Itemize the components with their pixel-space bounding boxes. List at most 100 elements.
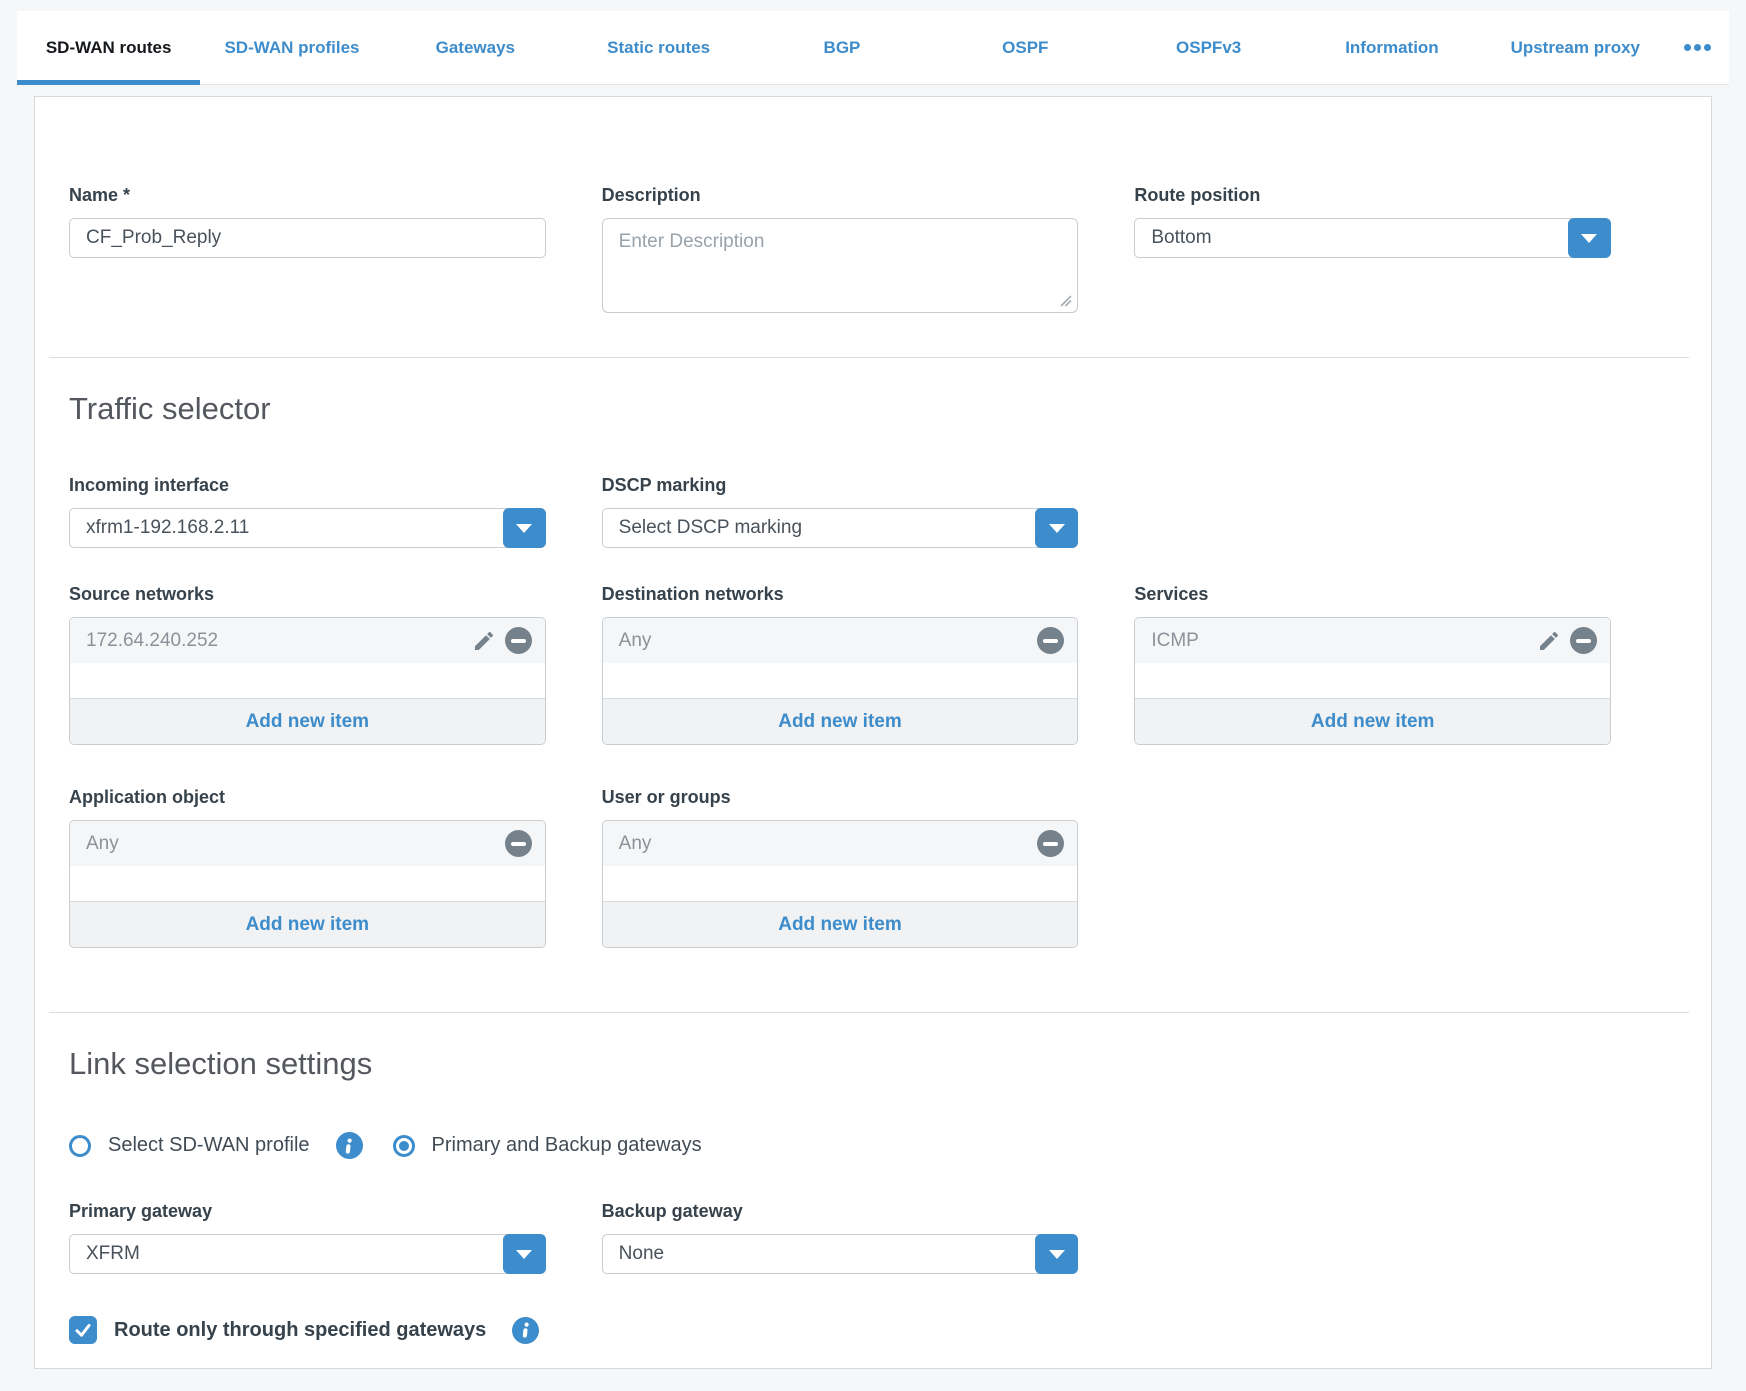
route-position-select[interactable]: Bottom bbox=[1134, 218, 1611, 258]
route-only-checkbox-label: Route only through specified gateways bbox=[114, 1319, 486, 1342]
info-icon[interactable] bbox=[512, 1317, 539, 1344]
primary-gateway-field-group: Primary gateway XFRM bbox=[69, 1201, 546, 1274]
remove-minus-icon[interactable] bbox=[1570, 627, 1597, 654]
tab-upstream-proxy[interactable]: Upstream proxy bbox=[1484, 11, 1667, 84]
radio-select-sdwan-profile-label: Select SD-WAN profile bbox=[108, 1134, 310, 1157]
tab-ospf[interactable]: OSPF bbox=[934, 11, 1117, 84]
add-new-item-button[interactable]: Add new item bbox=[603, 698, 1078, 744]
listbox-empty-space bbox=[70, 866, 545, 901]
list-item: 172.64.240.252 bbox=[70, 618, 545, 663]
name-input[interactable] bbox=[69, 218, 546, 258]
tab-gateways[interactable]: Gateways bbox=[384, 11, 567, 84]
dscp-marking-value: Select DSCP marking bbox=[603, 517, 1078, 539]
link-selection-radio-group: Select SD-WAN profile Primary and Backup… bbox=[69, 1132, 1677, 1159]
traffic-selector-heading: Traffic selector bbox=[69, 391, 1677, 427]
route-position-value: Bottom bbox=[1135, 227, 1610, 249]
edit-pencil-icon[interactable] bbox=[472, 629, 496, 653]
tab-information[interactable]: Information bbox=[1300, 11, 1483, 84]
user-or-groups-listbox: Any Add new item bbox=[602, 820, 1079, 948]
chevron-down-icon[interactable] bbox=[1035, 1234, 1078, 1274]
listbox-empty-space bbox=[603, 663, 1078, 698]
user-or-groups-field-group: User or groups Any Add new item bbox=[602, 787, 1079, 948]
dscp-marking-select[interactable]: Select DSCP marking bbox=[602, 508, 1079, 548]
route-position-label: Route position bbox=[1134, 185, 1611, 205]
listbox-empty-space bbox=[1135, 663, 1610, 698]
source-networks-listbox: 172.64.240.252 Add new item bbox=[69, 617, 546, 745]
description-field-group: Description bbox=[602, 185, 1079, 313]
description-label: Description bbox=[602, 185, 1079, 205]
backup-gateway-value: None bbox=[603, 1243, 1078, 1265]
list-item-text: Any bbox=[86, 833, 505, 855]
sd-wan-route-form-card: Name * Description Route position Bottom… bbox=[34, 96, 1712, 1369]
link-selection-settings-heading: Link selection settings bbox=[69, 1046, 1677, 1082]
tab-sd-wan-profiles[interactable]: SD-WAN profiles bbox=[200, 11, 383, 84]
application-object-listbox: Any Add new item bbox=[69, 820, 546, 948]
section-divider bbox=[49, 1012, 1689, 1013]
list-item: Any bbox=[70, 821, 545, 866]
incoming-interface-select[interactable]: xfrm1-192.168.2.11 bbox=[69, 508, 546, 548]
tab-ospfv3[interactable]: OSPFv3 bbox=[1117, 11, 1300, 84]
route-only-checkbox-row: Route only through specified gateways bbox=[69, 1316, 1677, 1344]
destination-networks-label: Destination networks bbox=[602, 584, 1079, 604]
backup-gateway-field-group: Backup gateway None bbox=[602, 1201, 1079, 1274]
chevron-down-icon[interactable] bbox=[503, 1234, 546, 1274]
route-only-checkbox[interactable] bbox=[69, 1316, 97, 1344]
remove-minus-icon[interactable] bbox=[1037, 830, 1064, 857]
dscp-marking-label: DSCP marking bbox=[602, 475, 1079, 495]
section-divider bbox=[49, 357, 1689, 358]
listbox-empty-space bbox=[70, 663, 545, 698]
services-listbox: ICMP Add new item bbox=[1134, 617, 1611, 745]
primary-gateway-select[interactable]: XFRM bbox=[69, 1234, 546, 1274]
list-item-text: 172.64.240.252 bbox=[86, 630, 472, 652]
primary-gateway-label: Primary gateway bbox=[69, 1201, 546, 1221]
list-item-text: Any bbox=[619, 833, 1038, 855]
remove-minus-icon[interactable] bbox=[1037, 627, 1064, 654]
services-field-group: Services ICMP Add new item bbox=[1134, 584, 1611, 745]
destination-networks-field-group: Destination networks Any Add new item bbox=[602, 584, 1079, 745]
chevron-down-icon[interactable] bbox=[1035, 508, 1078, 548]
list-item-text: ICMP bbox=[1151, 630, 1537, 652]
source-networks-label: Source networks bbox=[69, 584, 546, 604]
edit-pencil-icon[interactable] bbox=[1537, 629, 1561, 653]
destination-networks-listbox: Any Add new item bbox=[602, 617, 1079, 745]
radio-primary-and-backup-gateways-label: Primary and Backup gateways bbox=[432, 1134, 702, 1157]
incoming-interface-label: Incoming interface bbox=[69, 475, 546, 495]
list-item: Any bbox=[603, 618, 1078, 663]
chevron-down-icon[interactable] bbox=[1568, 218, 1611, 258]
dscp-marking-field-group: DSCP marking Select DSCP marking bbox=[602, 475, 1079, 548]
tab-sd-wan-routes[interactable]: SD-WAN routes bbox=[17, 11, 200, 84]
name-field-group: Name * bbox=[69, 185, 546, 313]
add-new-item-button[interactable]: Add new item bbox=[1135, 698, 1610, 744]
list-item-text: Any bbox=[619, 630, 1038, 652]
info-icon[interactable] bbox=[336, 1132, 363, 1159]
backup-gateway-label: Backup gateway bbox=[602, 1201, 1079, 1221]
radio-primary-and-backup-gateways[interactable] bbox=[393, 1135, 415, 1157]
listbox-empty-space bbox=[603, 866, 1078, 901]
remove-minus-icon[interactable] bbox=[505, 627, 532, 654]
add-new-item-button[interactable]: Add new item bbox=[603, 901, 1078, 947]
services-label: Services bbox=[1134, 584, 1611, 604]
name-label: Name * bbox=[69, 185, 546, 205]
tab-static-routes[interactable]: Static routes bbox=[567, 11, 750, 84]
primary-gateway-value: XFRM bbox=[70, 1243, 545, 1265]
resize-grip-icon[interactable] bbox=[1059, 294, 1072, 307]
tab-bar: SD-WAN routes SD-WAN profiles Gateways S… bbox=[17, 11, 1729, 85]
add-new-item-button[interactable]: Add new item bbox=[70, 901, 545, 947]
source-networks-field-group: Source networks 172.64.240.252 Add new i… bbox=[69, 584, 546, 745]
application-object-field-group: Application object Any Add new item bbox=[69, 787, 546, 948]
application-object-label: Application object bbox=[69, 787, 546, 807]
description-textarea[interactable] bbox=[602, 218, 1079, 313]
incoming-interface-field-group: Incoming interface xfrm1-192.168.2.11 bbox=[69, 475, 546, 548]
remove-minus-icon[interactable] bbox=[505, 830, 532, 857]
tab-bgp[interactable]: BGP bbox=[750, 11, 933, 84]
radio-select-sdwan-profile[interactable] bbox=[69, 1135, 91, 1157]
more-tabs-ellipsis-icon[interactable] bbox=[1667, 11, 1729, 84]
incoming-interface-value: xfrm1-192.168.2.11 bbox=[70, 517, 545, 539]
add-new-item-button[interactable]: Add new item bbox=[70, 698, 545, 744]
backup-gateway-select[interactable]: None bbox=[602, 1234, 1079, 1274]
route-position-field-group: Route position Bottom bbox=[1134, 185, 1611, 313]
list-item: Any bbox=[603, 821, 1078, 866]
user-or-groups-label: User or groups bbox=[602, 787, 1079, 807]
chevron-down-icon[interactable] bbox=[503, 508, 546, 548]
list-item: ICMP bbox=[1135, 618, 1610, 663]
